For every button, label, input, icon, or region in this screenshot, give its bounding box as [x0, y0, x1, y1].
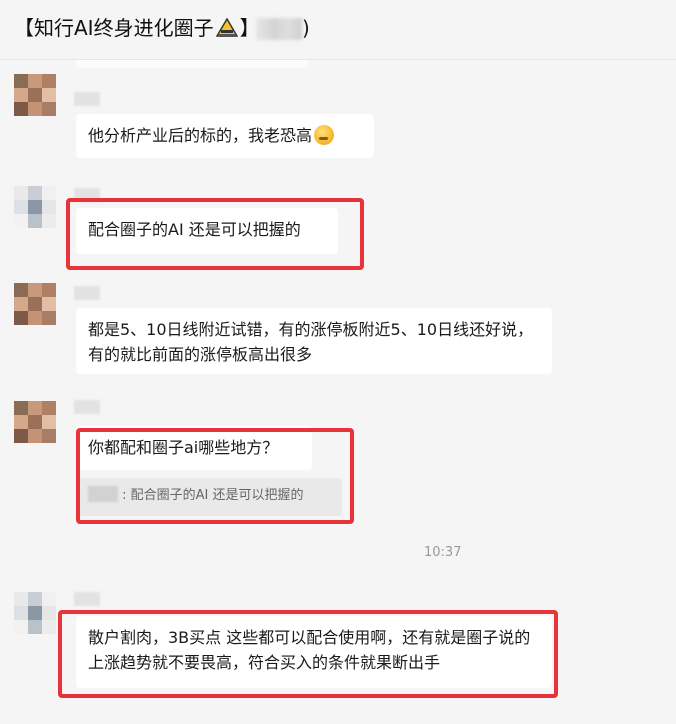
previous-message-edge	[76, 60, 308, 68]
message-bubble[interactable]: 配合圈子的AI 还是可以把握的	[76, 208, 338, 254]
quoted-text: 配合圈子的AI 还是可以把握的	[130, 488, 304, 503]
message-bubble[interactable]: 你都配和圈子ai哪些地方？	[76, 426, 312, 470]
avatar[interactable]	[14, 283, 56, 325]
sender-name-blurred	[74, 188, 100, 202]
member-count-blurred	[256, 18, 302, 40]
quoted-message[interactable]: : 配合圈子的AI 还是可以把握的	[78, 478, 342, 516]
message-text: 他分析产业后的标的，我老恐高	[88, 126, 313, 145]
sender-name-blurred	[74, 286, 100, 300]
message-text: 都是5、10日线附近试错，有的涨停板附近5、10日线还好说，有的就比前面的涨停板…	[88, 320, 534, 364]
message-text: 散户割肉，3B买点 这些都可以配合使用啊，还有就是圈子说的上涨趋势就不要畏高，符…	[88, 628, 531, 672]
group-title-paren: )	[302, 16, 310, 40]
sender-name-blurred	[74, 92, 100, 106]
message-bubble[interactable]: 散户割肉，3B买点 这些都可以配合使用啊，还有就是圈子说的上涨趋势就不要畏高，符…	[76, 616, 552, 688]
thinking-face-emoji	[314, 125, 335, 145]
sender-name-blurred	[74, 592, 100, 606]
avatar[interactable]	[14, 592, 56, 634]
avatar[interactable]	[14, 74, 56, 116]
avatar[interactable]	[14, 401, 56, 443]
sender-name-blurred	[74, 400, 100, 414]
message-bubble[interactable]: 都是5、10日线附近试错，有的涨停板附近5、10日线还好说，有的就比前面的涨停板…	[76, 308, 552, 374]
group-title[interactable]: 【知行AI终身进化圈子 】	[14, 14, 260, 42]
chat-header: 【知行AI终身进化圈子 】 )	[0, 0, 676, 60]
quoted-sender-blurred	[88, 486, 118, 502]
avatar[interactable]	[14, 186, 56, 228]
group-title-text: 【知行AI终身进化圈子	[14, 16, 214, 40]
message-text: 配合圈子的AI 还是可以把握的	[88, 220, 301, 239]
timestamp: 10:37	[424, 545, 462, 560]
message-text: 你都配和圈子ai哪些地方？	[88, 438, 279, 457]
message-bubble[interactable]: 他分析产业后的标的，我老恐高	[76, 114, 374, 158]
warning-sign-icon	[215, 18, 238, 37]
